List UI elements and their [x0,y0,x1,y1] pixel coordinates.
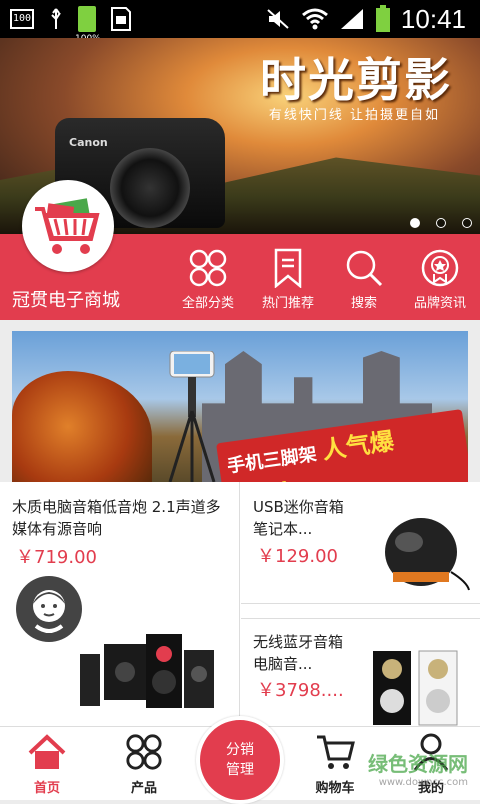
promo-banner[interactable]: 手机三脚架 人气爆款！！ [12,331,468,482]
signal-icon [340,9,363,29]
status-time: 10:41 [400,4,466,34]
autumn-tree-image [12,371,152,482]
banner-subtitle: 有线快门线 让拍摄更自如 [268,108,440,123]
status-bar: 100 100% 10:41 [0,0,480,44]
tripod-image [168,351,216,482]
storage-badge-icon: 100 [10,9,34,29]
product-price: ￥719.00 [16,547,97,568]
product-name: 木质电脑音箱低音炮 2.1声道多媒体有源音响 [12,498,221,538]
cart-icon [317,735,355,769]
nav-all-categories[interactable]: 全部分类 [173,248,243,311]
product-card[interactable]: 木质电脑音箱低音炮 2.1声道多媒体有源音响 ￥719.00 [0,482,240,726]
shop-logo [22,180,114,272]
tab-products[interactable]: 产品 [109,733,179,796]
product-card[interactable]: USB迷你音箱 笔记本... ￥129.00 [241,482,480,604]
watermark: 绿色资源网 www.downcc.com [368,752,468,788]
carousel-dot[interactable] [410,218,420,228]
product-name: 无线蓝牙音箱 电脑音... [253,633,344,673]
distribution-management-button[interactable]: 分销 管理 [196,716,284,804]
carousel-dots [410,218,472,228]
grid-icon [189,249,227,287]
product-grid: 木质电脑音箱低音炮 2.1声道多媒体有源音响 ￥719.00 USB迷你音箱 笔… [0,482,480,726]
product-price: ￥3798.... [257,680,344,701]
nav-search[interactable]: 搜索 [329,248,399,311]
usb-icon [51,8,61,29]
tab-home[interactable]: 首页 [12,733,82,796]
product-card[interactable]: 无线蓝牙音箱 电脑音... ￥3798.... [241,618,480,726]
sim-icon [111,7,131,31]
banner-title: 时光剪影 [260,53,452,107]
customer-service-avatar[interactable] [16,576,82,642]
shop-name: 冠贯电子商城 [12,290,120,311]
mute-icon [267,9,289,29]
tab-cart[interactable]: 购物车 [300,733,370,796]
carousel-dot[interactable] [436,218,446,228]
nav-hot-recommend[interactable]: 热门推荐 [253,248,323,311]
support-agent-icon [33,590,65,633]
speaker-system-image [80,634,214,708]
carousel-dot[interactable] [462,218,472,228]
battery-small-icon: 100% [75,6,101,44]
nav-brand-news[interactable]: 品牌资讯 [405,248,475,311]
wifi-icon [301,8,328,30]
badge-icon [421,249,459,287]
product-price: ￥129.00 [257,546,338,567]
bluetooth-speaker-image [373,650,458,726]
bookmark-icon [274,248,302,288]
search-icon [346,250,383,287]
product-name: USB迷你音箱 笔记本... [253,498,344,538]
battery-icon [375,5,390,32]
shopping-cart-logo-icon [35,198,100,254]
home-icon [28,734,66,769]
usb-mini-speaker-image [385,518,470,591]
grid-icon [126,734,162,770]
